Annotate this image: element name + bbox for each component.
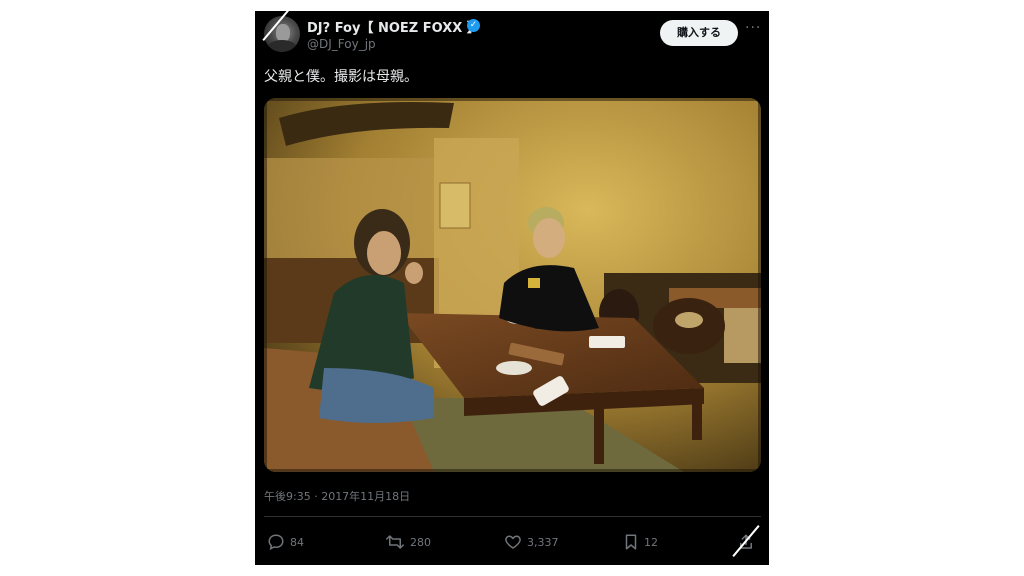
reply-icon bbox=[267, 533, 285, 551]
heart-icon bbox=[504, 533, 522, 551]
tweet-card: DJ? Foy【 NOEZ FOXX 】 ✓ @DJ_Foy_jp 購入する ·… bbox=[255, 11, 769, 565]
tweet-photo[interactable] bbox=[264, 98, 761, 472]
bookmark-count: 12 bbox=[644, 535, 658, 549]
reply-button[interactable]: 84 bbox=[267, 532, 304, 552]
reply-count: 84 bbox=[290, 535, 304, 549]
like-count: 3,337 bbox=[527, 535, 559, 549]
corner-slash-mark bbox=[732, 525, 760, 557]
tweet-timestamp[interactable]: 午後9:35 · 2017年11月18日 bbox=[264, 488, 410, 504]
avatar-shoulder bbox=[267, 40, 297, 52]
repost-button[interactable]: 280 bbox=[385, 532, 431, 552]
more-icon[interactable]: ··· bbox=[745, 20, 761, 36]
repost-count: 280 bbox=[410, 535, 431, 549]
repost-icon bbox=[385, 533, 405, 551]
bookmark-button[interactable]: 12 bbox=[623, 532, 658, 552]
display-name[interactable]: DJ? Foy【 NOEZ FOXX 】 bbox=[307, 17, 480, 36]
tweet-text: 父親と僕。撮影は母親。 bbox=[264, 69, 418, 85]
divider bbox=[264, 516, 761, 517]
verified-badge-icon: ✓ bbox=[467, 19, 480, 32]
like-button[interactable]: 3,337 bbox=[504, 532, 559, 552]
bookmark-icon bbox=[623, 533, 639, 551]
buy-button[interactable]: 購入する bbox=[660, 20, 738, 46]
user-handle[interactable]: @DJ_Foy_jp bbox=[307, 37, 376, 51]
